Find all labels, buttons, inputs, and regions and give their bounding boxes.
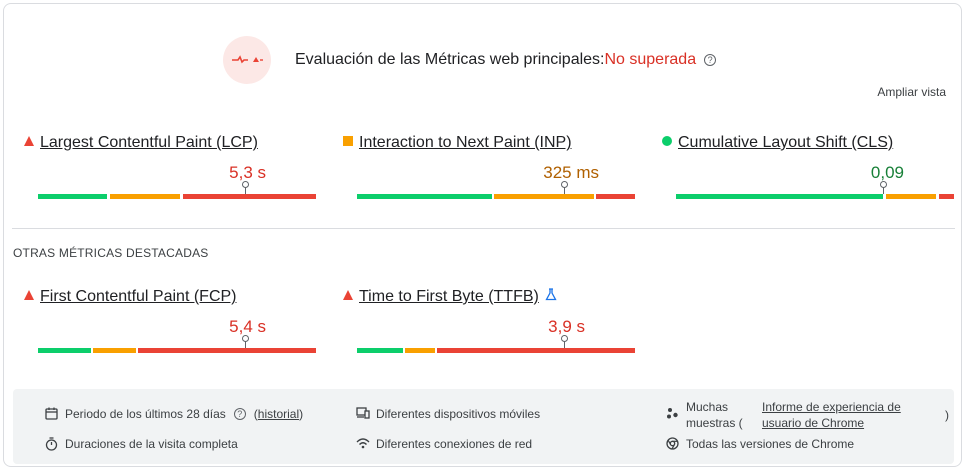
timer-icon [45,437,59,451]
triangle-icon [24,136,34,146]
distribution-bar [676,194,954,199]
flask-icon [545,288,557,306]
metric-value: 5,4 s [229,317,266,336]
bar-needs-improvement [93,348,136,353]
metric-ttfb: Time to First Byte (TTFB) 3,9 s [343,288,635,368]
metric-label[interactable]: Cumulative Layout Shift (CLS) [678,134,893,151]
devices-icon [356,407,370,421]
core-web-vitals-card: Evaluación de las Métricas web principal… [3,3,962,467]
samples-info [666,407,686,421]
distribution-bar [38,348,316,353]
bar-poor [138,348,316,353]
metric-value: 5,3 s [229,163,266,182]
bar-good [38,348,91,353]
metric-name[interactable]: First Contentful Paint (FCP) [24,288,237,306]
bar-needs-improvement [886,194,936,199]
metric-name[interactable]: Time to First Byte (TTFB) [343,288,557,306]
section-label: OTRAS MÉTRICAS DESTACADAS [13,246,209,260]
duration-label: Duraciones de la visita completa [65,437,238,451]
period-label: Periodo de los últimos 28 días [65,407,226,421]
crux-link-line-1[interactable]: Informe de experiencia de [762,399,901,415]
distribution-bar [357,194,635,199]
assessment-title-text: Evaluación de las Métricas web principal… [295,51,605,68]
duration-info: Duraciones de la visita completa [45,437,238,451]
devices-info: Diferentes dispositivos móviles [356,407,540,421]
calendar-icon [45,407,59,421]
metric-value: 0,09 [870,163,904,182]
assessment-header: Evaluación de las Métricas web principal… [4,36,961,88]
assessment-title: Evaluación de las Métricas web principal… [295,51,717,69]
metric-label[interactable]: Interaction to Next Paint (INP) [359,134,572,151]
bar-poor [939,194,954,199]
crux-link-line-2[interactable]: usuario de Chrome [762,415,901,431]
bar-good [357,348,403,353]
help-icon[interactable]: ? [233,408,246,420]
bar-good [38,194,107,199]
metric-cls: Cumulative Layout Shift (CLS) 0,09 [662,134,954,214]
samples-text: Muchas muestras ( [686,399,743,431]
samples-prefix-2: muestras ( [686,416,743,430]
triangle-icon [24,290,34,300]
history-link[interactable]: historial [258,407,299,421]
wifi-icon [356,437,370,451]
bar-needs-improvement [110,194,180,199]
samples-icon [666,407,680,421]
versions-label: Todas las versiones de Chrome [686,437,855,451]
expand-view-button[interactable]: Ampliar vista [877,85,946,99]
period-info: Periodo de los últimos 28 días ? (histor… [45,407,303,421]
distribution-bar [357,348,635,353]
bar-poor [596,194,635,199]
network-label: Diferentes conexiones de red [376,437,533,451]
samples-prefix-1: Muchas [686,400,729,414]
help-icon[interactable]: ? [704,53,717,66]
period-link-wrap: (historial) [253,407,304,421]
bar-poor [183,194,316,199]
metric-value: 325 ms [543,163,599,182]
bar-needs-improvement [494,194,594,199]
data-info-footer: Periodo de los últimos 28 días ? (histor… [13,389,954,464]
distribution-bar [38,194,316,199]
metric-name[interactable]: Cumulative Layout Shift (CLS) [662,134,893,152]
circle-icon [662,136,672,146]
bar-good [357,194,492,199]
metric-fcp: First Contentful Paint (FCP) 5,4 s [24,288,316,368]
metric-name[interactable]: Largest Contentful Paint (LCP) [24,134,258,152]
bar-good [676,194,883,199]
metric-name[interactable]: Interaction to Next Paint (INP) [343,134,572,152]
metric-inp: Interaction to Next Paint (INP) 325 ms [343,134,635,214]
metric-label[interactable]: Largest Contentful Paint (LCP) [40,134,258,151]
metric-lcp: Largest Contentful Paint (LCP) 5,3 s [24,134,316,214]
section-divider [12,228,955,229]
triangle-icon [343,290,353,300]
bar-poor [437,348,635,353]
metric-value: 3,9 s [548,317,585,336]
chrome-icon [666,437,680,451]
versions-info: Todas las versiones de Chrome [666,437,854,451]
network-info: Diferentes conexiones de red [356,437,532,451]
metric-label[interactable]: Time to First Byte (TTFB) [359,288,539,305]
crux-link[interactable]: Informe de experiencia de usuario de Chr… [762,399,901,431]
square-icon [343,136,353,146]
failed-status-icon [223,36,271,84]
assessment-status: No superada [604,51,697,68]
devices-label: Diferentes dispositivos móviles [376,407,541,421]
samples-suffix: ) [945,408,949,422]
metric-label[interactable]: First Contentful Paint (FCP) [40,288,237,305]
bar-needs-improvement [405,348,435,353]
